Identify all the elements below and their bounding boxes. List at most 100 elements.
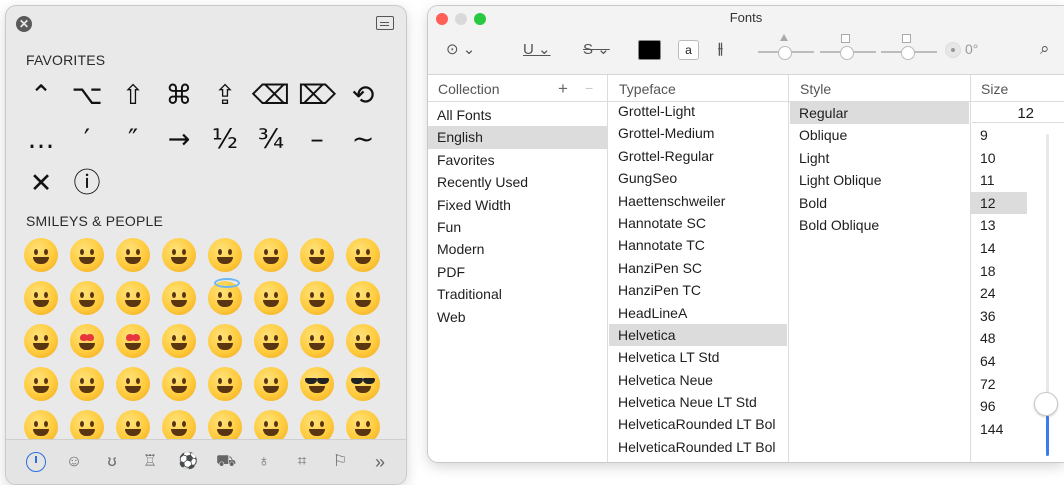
style-item[interactable]: Regular [790,102,969,125]
size-item[interactable]: 64 [971,350,1027,373]
favorite-symbol[interactable]: – [294,118,340,162]
size-item[interactable]: 9 [971,124,1027,147]
typeface-item[interactable]: Hannotate TC [609,234,787,256]
emoji-face[interactable] [346,281,380,315]
collection-item[interactable]: Modern [428,238,607,260]
emoji-face[interactable] [254,324,288,358]
style-item[interactable]: Light [790,147,969,169]
clock-icon[interactable] [26,452,46,472]
emoji-face[interactable] [162,324,196,358]
collection-item[interactable]: Traditional [428,283,607,305]
typeface-item[interactable]: HeadLineA [609,302,787,324]
favorite-symbol[interactable]: ⌦ [294,74,340,118]
emoji-face[interactable] [70,367,104,401]
line-spacing-icon[interactable]: ⫲ [718,40,723,57]
favorite-symbol[interactable]: ⟲ [340,74,386,118]
emoji-face[interactable] [162,281,196,315]
size-item[interactable]: 24 [971,282,1027,305]
add-collection-button[interactable]: + [558,79,568,99]
action-menu-button[interactable]: ⊙ ⌄ [446,40,475,58]
remove-collection-button[interactable]: − [585,80,593,96]
emoji-face[interactable] [346,367,380,401]
typeface-item[interactable]: HanziPen TC [609,279,787,301]
close-icon[interactable]: ✕ [16,16,32,32]
emoji-face[interactable] [116,238,150,272]
collection-item[interactable]: PDF [428,261,607,283]
text-color-swatch[interactable] [638,40,661,60]
emoji-face[interactable] [116,281,150,315]
emoji-face[interactable] [116,367,150,401]
emoji-face[interactable] [254,367,288,401]
favorite-symbol[interactable]: ~ [340,118,386,162]
favorite-symbol[interactable]: ⌫ [248,74,294,118]
underline-menu-button[interactable]: U ⌄ [523,40,551,58]
size-slider-knob[interactable] [1034,392,1058,416]
favorite-symbol[interactable]: ¾ [248,118,294,162]
shadow-opacity-slider[interactable] [758,34,814,60]
smiley-icon[interactable]: ☺ [64,452,84,472]
emoji-face[interactable] [208,367,242,401]
style-item[interactable]: Oblique [790,124,969,146]
emoji-face[interactable] [162,367,196,401]
favorite-symbol[interactable]: ½ [202,118,248,162]
lightbulb-icon[interactable]: ♁ [254,452,274,472]
emoji-face[interactable] [208,238,242,272]
favorite-symbol[interactable]: … [18,118,64,162]
shadow-blur-slider[interactable] [820,34,876,60]
size-item[interactable]: 18 [971,260,1027,283]
collection-item[interactable]: Favorites [428,149,607,171]
size-item[interactable]: 72 [971,373,1027,396]
emoji-face[interactable] [300,324,334,358]
favorite-symbol[interactable]: ″ [110,118,156,162]
size-input[interactable]: 12 [972,104,1064,123]
shadow-angle-dial[interactable] [945,42,961,58]
typeface-item[interactable]: GungSeo [609,167,787,189]
cake-icon[interactable]: ♖ [140,452,160,472]
typeface-item[interactable]: Haettenschweiler [609,190,787,212]
emoji-face[interactable] [254,281,288,315]
typeface-item[interactable]: Grottel-Light [609,100,787,122]
favorite-symbol[interactable]: ⇪ [202,74,248,118]
emoji-face[interactable] [346,238,380,272]
collection-item[interactable]: All Fonts [428,104,607,126]
emoji-face[interactable] [208,324,242,358]
emoji-face[interactable] [116,324,150,358]
emoji-face[interactable] [300,281,334,315]
more-categories-button[interactable]: » [370,452,390,472]
emoji-face[interactable] [208,278,242,315]
size-item[interactable]: 14 [971,237,1027,260]
emoji-face[interactable] [300,238,334,272]
collection-item[interactable]: Web [428,306,607,328]
search-icon[interactable]: ⌕ [1040,39,1050,59]
emoji-face[interactable] [300,367,334,401]
size-item[interactable]: 48 [971,327,1027,350]
typeface-item[interactable]: Helvetica Neue LT Std [609,391,787,413]
emoji-face[interactable] [70,324,104,358]
emoji-face[interactable] [254,238,288,272]
style-item[interactable]: Bold [790,192,969,214]
favorite-symbol[interactable]: ⌘ [156,74,202,118]
emoji-face[interactable] [162,238,196,272]
soccer-ball-icon[interactable]: ⚽ [178,452,198,472]
size-item[interactable]: 11 [971,169,1027,192]
favorite-symbol[interactable]: ⇧ [110,74,156,118]
collection-item[interactable]: Fixed Width [428,194,607,216]
symbols-icon[interactable]: ⌗ [292,452,312,472]
car-icon[interactable]: ⛟ [216,452,236,472]
emoji-face[interactable] [346,324,380,358]
typeface-item[interactable]: Grottel-Medium [609,122,787,144]
size-item[interactable]: 13 [971,214,1027,237]
bear-icon[interactable]: ʊ [102,452,122,472]
favorite-symbol[interactable]: ⓘ [64,162,110,206]
size-item[interactable]: 96 [971,395,1027,418]
size-item[interactable]: 36 [971,305,1027,328]
flag-icon[interactable]: ⚐ [330,452,350,472]
shadow-offset-slider[interactable] [881,34,937,60]
collection-item[interactable]: English [428,126,607,149]
style-item[interactable]: Bold Oblique [790,214,969,236]
favorite-symbol[interactable]: ′ [64,118,110,162]
size-item[interactable]: 12 [971,191,1027,215]
favorite-symbol[interactable]: ⌃ [18,74,64,118]
collection-item[interactable]: Recently Used [428,171,607,193]
typeface-item[interactable]: Helvetica Neue [609,369,787,391]
